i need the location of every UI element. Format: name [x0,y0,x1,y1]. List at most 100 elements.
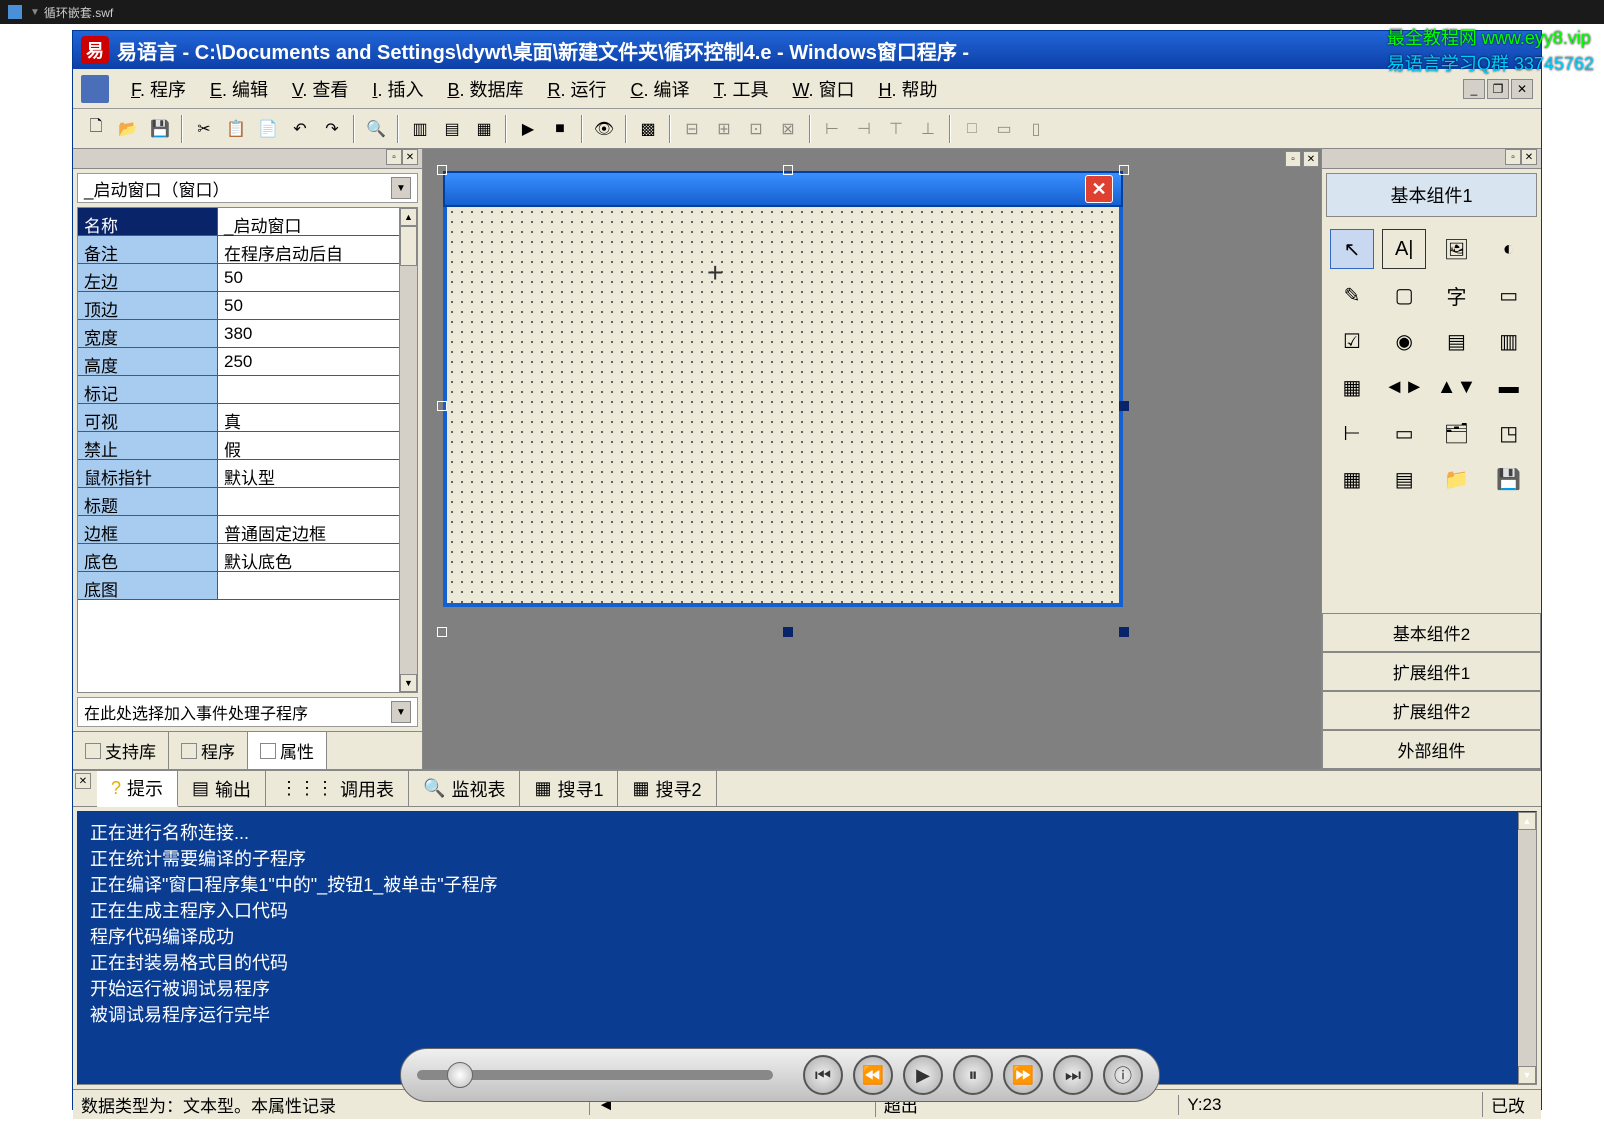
property-row[interactable]: 左边50 [78,264,417,292]
close-button[interactable]: ✕ [1511,79,1533,99]
property-value[interactable]: 在程序启动后自 [218,236,417,263]
property-row[interactable]: 标题 [78,488,417,516]
vscroll-icon[interactable]: ▲▼ [1435,367,1479,407]
dropdown-arrow-icon[interactable]: ▼ [391,177,411,199]
menu-compile[interactable]: C. 编译 [621,72,700,106]
property-value[interactable]: 默认底色 [218,544,417,571]
menu-window[interactable]: W. 窗口 [783,72,865,106]
property-row[interactable]: 可视真 [78,404,417,432]
group-box-icon[interactable]: ▢ [1382,275,1426,315]
select-list-icon[interactable]: ▦ [1330,367,1374,407]
layout2-icon[interactable]: ▤ [437,114,467,144]
last-button[interactable]: ⏭ [1053,1055,1093,1095]
panel-dock-icon[interactable]: ▫ [1505,149,1521,165]
panel-close-icon[interactable]: ✕ [402,149,418,165]
layout1-icon[interactable]: ▥ [405,114,435,144]
save-icon[interactable]: 💾 [145,114,175,144]
scroll-down-icon[interactable]: ▼ [400,674,417,692]
property-value[interactable]: 50 [218,264,417,291]
property-value[interactable] [218,376,417,403]
menu-edit[interactable]: E. 编辑 [200,72,278,106]
find-icon[interactable]: 🔍 [361,114,391,144]
component-tab-basic2[interactable]: 基本组件2 [1322,613,1541,652]
open-icon[interactable]: 📂 [113,114,143,144]
menu-help[interactable]: H. 帮助 [869,72,948,106]
tab-output[interactable]: ▤输出 [178,771,266,806]
button-icon[interactable]: ▭ [1487,275,1531,315]
tab-support-lib[interactable]: 支持库 [73,732,169,769]
pause-button[interactable]: ⏸ [953,1055,993,1095]
menu-program[interactable]: F. 程序 [121,72,196,106]
resize-handle[interactable] [437,401,447,411]
menu-insert[interactable]: I. 插入 [362,72,433,106]
resize-handle[interactable] [1119,401,1129,411]
resize-handle[interactable] [1119,165,1129,175]
property-value[interactable]: 380 [218,320,417,347]
property-value[interactable]: 默认型 [218,460,417,487]
property-value[interactable]: 普通固定边框 [218,516,417,543]
property-value[interactable]: _启动窗口 [218,208,417,235]
tab-search1[interactable]: ▦搜寻1 [520,771,618,806]
image-icon[interactable]: 🗂 [1435,413,1479,453]
edit-box-icon[interactable]: A| [1382,229,1426,269]
new-icon[interactable]: 🗋 [81,114,111,144]
play-button[interactable]: ▶ [903,1055,943,1095]
property-value[interactable] [218,572,417,599]
binoculars-icon[interactable]: 👁 [589,114,619,144]
stop-icon[interactable]: ■ [545,114,575,144]
extframe-icon[interactable]: ◳ [1487,413,1531,453]
design-form-close-icon[interactable]: ✕ [1085,175,1113,203]
prev-button[interactable]: ⏪ [853,1055,893,1095]
design-form[interactable]: ✕ + [443,171,1123,631]
resize-handle[interactable] [437,165,447,175]
draw-panel-icon[interactable]: ✎ [1330,275,1374,315]
tab-callstack[interactable]: ⋮⋮⋮调用表 [266,771,409,806]
tab-icon[interactable]: ▭ [1382,413,1426,453]
canvas-close-icon[interactable]: ✕ [1303,151,1319,167]
undo-icon[interactable]: ↶ [285,114,315,144]
property-value[interactable]: 50 [218,292,417,319]
property-row[interactable]: 顶边50 [78,292,417,320]
scroll-thumb[interactable] [400,226,417,266]
folder-icon[interactable]: 📁 [1435,459,1479,499]
cut-icon[interactable]: ✂ [189,114,219,144]
seek-thumb[interactable] [447,1062,473,1088]
design-form-titlebar[interactable]: ✕ [443,171,1123,207]
form-designer-canvas[interactable]: ▫ ✕ ✕ + [423,149,1321,769]
app-menu-icon[interactable] [81,75,109,103]
menu-database[interactable]: B. 数据库 [437,72,533,106]
object-selector[interactable]: _启动窗口（窗口） ▼ [77,173,418,203]
resize-handle[interactable] [437,627,447,637]
property-value[interactable]: 真 [218,404,417,431]
canvas-dock-icon[interactable]: ▫ [1285,151,1301,167]
calendar-icon[interactable]: ▦ [1330,459,1374,499]
progress-icon[interactable]: ▬ [1487,367,1531,407]
design-form-body[interactable]: + [443,207,1123,607]
menu-tools[interactable]: T. 工具 [704,72,779,106]
next-button[interactable]: ⏩ [1003,1055,1043,1095]
shape-icon[interactable]: ◐ [1487,229,1531,269]
tab-watch[interactable]: 🔍监视表 [409,771,520,806]
property-row[interactable]: 高度250 [78,348,417,376]
menu-view[interactable]: V. 查看 [282,72,358,106]
property-row[interactable]: 禁止假 [78,432,417,460]
property-value[interactable] [218,488,417,515]
property-value[interactable]: 250 [218,348,417,375]
resize-handle[interactable] [1119,627,1129,637]
checkbox-icon[interactable]: ☑ [1330,321,1374,361]
seek-slider[interactable] [417,1070,773,1080]
combobox-icon[interactable]: ▤ [1435,321,1479,361]
property-grid[interactable]: 名称_启动窗口备注在程序启动后自左边50顶边50宽度380高度250标记可视真禁… [77,207,418,693]
slider-icon[interactable]: ⊢ [1330,413,1374,453]
scroll-down-icon[interactable]: ▼ [1518,1066,1536,1084]
first-button[interactable]: ⏮ [803,1055,843,1095]
table-icon[interactable]: ▤ [1382,459,1426,499]
panel-dock-icon[interactable]: ▫ [386,149,402,165]
copy-icon[interactable]: 📋 [221,114,251,144]
title-bar[interactable]: 易 易语言 - C:\Documents and Settings\dywt\桌… [73,31,1541,69]
property-row[interactable]: 备注在程序启动后自 [78,236,417,264]
label-icon[interactable]: 字 [1435,275,1479,315]
menu-run[interactable]: R. 运行 [537,72,616,106]
minimize-button[interactable]: _ [1463,79,1485,99]
resize-handle[interactable] [783,627,793,637]
